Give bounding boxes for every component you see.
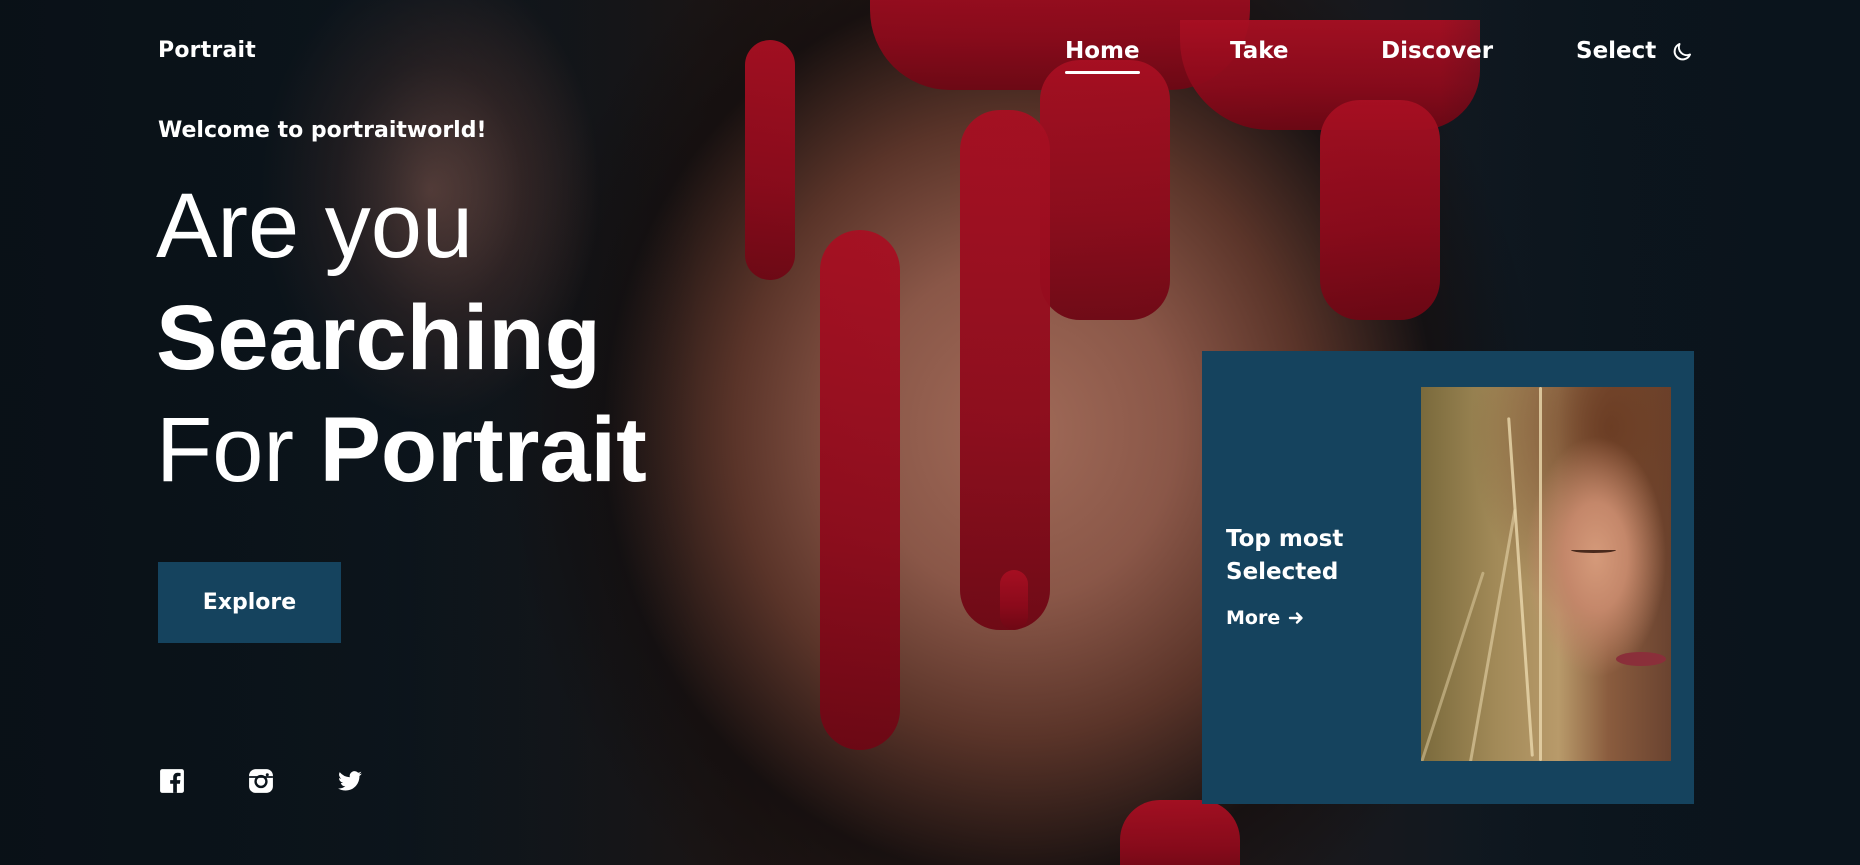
headline-line-3: For Portrait	[156, 394, 647, 506]
paint-drip	[960, 110, 1050, 630]
nav-select[interactable]: Select	[1576, 38, 1656, 64]
headline-line-3-bold: Portrait	[319, 399, 647, 501]
facebook-icon[interactable]	[159, 768, 185, 794]
card-title: Top most Selected	[1226, 523, 1386, 589]
nav-discover[interactable]: Discover	[1381, 38, 1493, 64]
site-header: Portrait Home Take Discover Select	[0, 0, 1860, 106]
hero-headline: Are you Searching For Portrait	[156, 170, 647, 506]
headline-line-2: Searching	[156, 287, 601, 389]
paint-drip	[1120, 800, 1240, 865]
grass-stalk	[1539, 387, 1542, 761]
featured-card: Top most Selected More	[1202, 351, 1694, 804]
headline-line-1: Are you	[156, 175, 474, 277]
site-logo[interactable]: Portrait	[158, 38, 256, 63]
lips	[1616, 652, 1666, 666]
grass-stalk	[1507, 417, 1534, 757]
welcome-text: Welcome to portraitworld!	[158, 118, 487, 143]
nav-take[interactable]: Take	[1230, 38, 1289, 64]
hero-section: Portrait Home Take Discover Select Welco…	[0, 0, 1860, 865]
card-title-line-1: Top most	[1226, 526, 1344, 552]
card-title-line-2: Selected	[1226, 559, 1339, 585]
more-link[interactable]: More	[1226, 607, 1304, 629]
card-portrait-image[interactable]	[1421, 387, 1671, 761]
twitter-icon[interactable]	[337, 768, 363, 794]
paint-drip	[820, 230, 900, 750]
arrow-right-icon	[1289, 612, 1303, 624]
paint-drip	[1000, 570, 1028, 630]
nav-home[interactable]: Home	[1065, 38, 1140, 74]
grass-stalk	[1468, 508, 1517, 761]
explore-button[interactable]: Explore	[158, 562, 341, 643]
closed-eye	[1571, 547, 1616, 553]
instagram-icon[interactable]	[248, 768, 274, 794]
moon-icon[interactable]	[1670, 40, 1694, 64]
more-label: More	[1226, 607, 1281, 629]
headline-line-3-light: For	[156, 399, 294, 501]
paint-drip	[1320, 100, 1440, 320]
